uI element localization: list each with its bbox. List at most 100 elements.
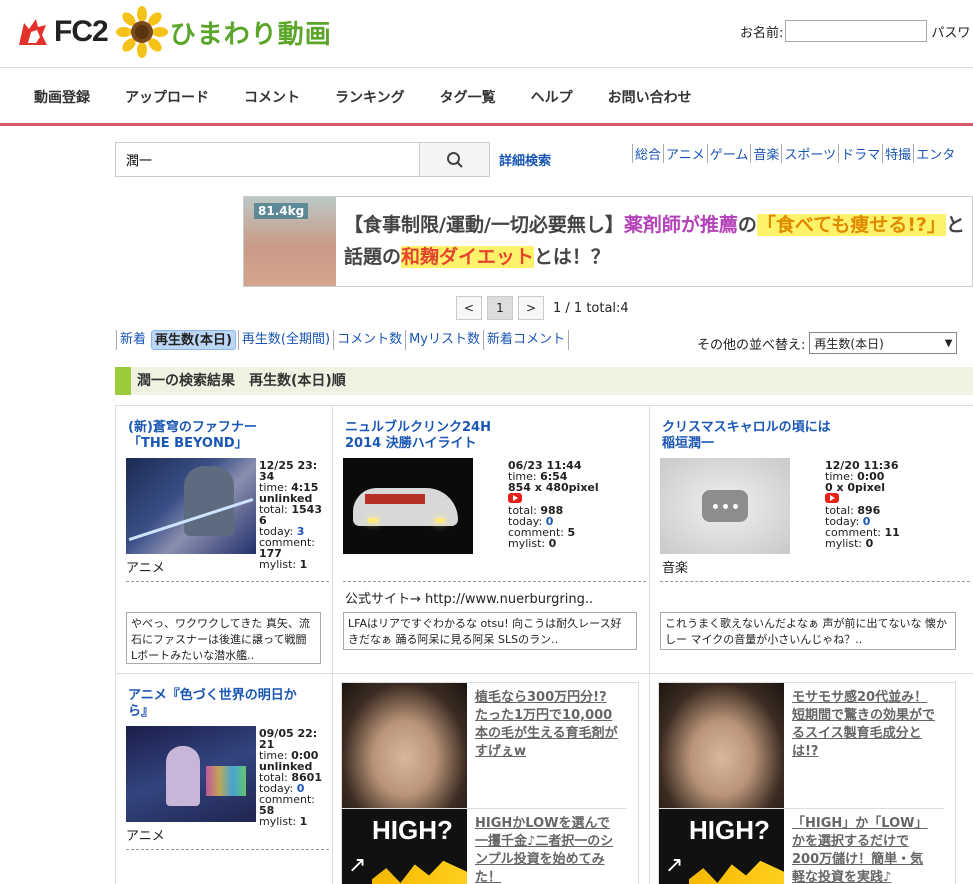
page-info: 1 / 1 total:4 (553, 300, 629, 316)
next-page-button[interactable]: > (518, 296, 544, 320)
video-title[interactable]: (新)蒼穹のファフナー 「THE BEYOND」 (128, 420, 257, 452)
nav-item-comment[interactable]: コメント (244, 87, 300, 107)
category-sports[interactable]: スポーツ (781, 144, 838, 163)
video-comment-count: 5 (567, 526, 576, 539)
video-title[interactable]: クリスマスキャロルの頃には 稲垣潤一 (662, 420, 831, 452)
divider (660, 581, 970, 582)
search-button[interactable] (419, 143, 489, 176)
ad-weight-label: 81.4kg (254, 203, 309, 219)
ad-link[interactable]: 植毛なら300万円分!?たった1万円で10,000本の毛が生える育毛剤がすげぇw (467, 683, 627, 808)
prev-page-button[interactable]: < (456, 296, 482, 320)
more-options-icon (702, 490, 748, 522)
category-all[interactable]: 総合 (632, 144, 663, 163)
category-drama[interactable]: ドラマ (838, 144, 882, 163)
stat-label: mylist: (825, 537, 866, 550)
video-comment-count: 11 (884, 526, 900, 539)
category-links: 総合 アニメ ゲーム 音楽 スポーツ ドラマ 特撮 エンタ (632, 144, 957, 163)
video-title[interactable]: アニメ『色づく世界の明日か ら』 (128, 688, 297, 720)
site-logo[interactable]: FC2 ひまわり動画 (16, 6, 332, 58)
video-resolution: 854 x 480pixel (508, 481, 599, 494)
sort-tab-views-today[interactable]: 再生数(本日) (151, 330, 236, 350)
video-category[interactable]: アニメ (126, 825, 165, 844)
site-header: FC2 ひまわり動画 お名前: パスワ (0, 0, 973, 68)
video-card: クリスマスキャロルの頃には 稲垣潤一 12/20 11:36 time: 0:0… (650, 406, 973, 674)
video-stats: 06/23 11:44 time: 6:54 854 x 480pixel to… (508, 460, 648, 549)
video-stats: 09/05 22: 21 time: 0:00 unlinked total: … (259, 728, 329, 827)
ad-text-part: 【食事制限/運動/一切必要無し】 (344, 214, 624, 236)
ad-row[interactable]: モサモサ感20代並み！短期間で驚きの効果がでるスイス製育毛成分とは!? (659, 683, 944, 808)
category-music[interactable]: 音楽 (750, 144, 781, 163)
video-category[interactable]: 音楽 (662, 557, 688, 576)
divider (126, 849, 329, 850)
sort-select[interactable]: 再生数(本日) ▼ (809, 332, 958, 354)
youtube-icon (825, 493, 839, 503)
nav-item-register[interactable]: 動画登録 (34, 87, 90, 107)
category-game[interactable]: ゲーム (706, 144, 751, 163)
nav-item-help[interactable]: ヘルプ (531, 87, 573, 107)
ad-link[interactable]: 「HIGH」か「LOW」かを選択するだけで200万儲け！簡単・気軽な投資を実践♪ (784, 809, 944, 884)
search-input[interactable] (116, 143, 419, 176)
comment-preview: やべっ、ワクワクしてきた 真矢、流石にファスナーは後進に譲って戦闘 Lボートみた… (126, 612, 321, 664)
sort-tab-new-comments[interactable]: 新着コメント (483, 330, 570, 350)
category-tokusatsu[interactable]: 特撮 (882, 144, 913, 163)
ad-box: 植毛なら300万円分!?たった1万円で10,000本の毛が生える育毛剤がすげぇw… (341, 682, 639, 884)
video-title-line: ニュルブルクリンク24H (345, 420, 491, 435)
fc2-logo-text: FC2 (54, 15, 109, 48)
video-thumbnail[interactable] (343, 458, 473, 554)
ad-link[interactable]: モサモサ感20代並み！短期間で驚きの効果がでるスイス製育毛成分とは!? (784, 683, 944, 808)
nav-item-tags[interactable]: タグ一覧 (440, 87, 496, 107)
comment-preview: これうまく歌えないんだよなぁ 声が前に出てないな 懐かしー マイクの音量が小さい… (660, 612, 956, 650)
search-icon (446, 151, 463, 168)
high-low-chart-image: HIGH? ↗ (342, 809, 467, 884)
video-total: 1543 (291, 503, 322, 516)
sort-tab-views-all[interactable]: 再生数(全期間) (237, 330, 333, 350)
sort-tab-mylist[interactable]: Myリスト数 (405, 330, 483, 350)
high-low-chart-image: HIGH? ↗ (659, 809, 784, 884)
video-thumbnail[interactable] (660, 458, 790, 554)
ad-row[interactable]: HIGH? ↗ 「HIGH」か「LOW」かを選択するだけで200万儲け！簡単・気… (659, 808, 944, 884)
video-title-line: ら』 (128, 704, 155, 719)
video-title-line: 稲垣潤一 (662, 436, 715, 451)
ad-text-part: の (737, 214, 757, 236)
sort-tab-new[interactable]: 新着 (116, 330, 149, 350)
ad-banner[interactable]: 81.4kg 【食事制限/運動/一切必要無し】薬剤師が推薦の「食べても痩せる!?… (243, 196, 973, 287)
himawari-logo-text: ひまわり動画 (169, 19, 332, 50)
ad-text-part: 「食べても痩せる!?」 (756, 214, 946, 236)
category-entertainment[interactable]: エンタ (913, 144, 957, 163)
ad-text-part: 薬剤師が推薦 (623, 214, 738, 236)
category-anime[interactable]: アニメ (663, 144, 707, 163)
page-1-button[interactable]: 1 (487, 296, 513, 320)
ad-row[interactable]: HIGH? ↗ HIGHかLOWを選んで一攫千金♪二者択一のシンプル投資を始めて… (342, 808, 627, 884)
video-card: アニメ『色づく世界の明日か ら』 09/05 22: 21 time: 0:00… (116, 674, 333, 884)
ad-card: 植毛なら300万円分!?たった1万円で10,000本の毛が生える育毛剤がすげぇw… (333, 674, 650, 884)
video-description: 公式サイト→ http://www.nuerburgring.. (345, 592, 594, 607)
video-stats: 12/25 23: 34 time: 4:15 unlinked total: … (259, 460, 329, 570)
youtube-icon (508, 493, 522, 503)
ad-row[interactable]: 植毛なら300万円分!?たった1万円で10,000本の毛が生える育毛剤がすげぇw (342, 683, 627, 808)
video-title[interactable]: ニュルブルクリンク24H 2014 決勝ハイライト (345, 420, 491, 452)
divider (126, 581, 329, 582)
results-heading: 潤一の検索結果 再生数(本日)順 (115, 367, 973, 395)
pagination: < 1 > 1 / 1 total:4 (456, 296, 629, 320)
sort-tab-comments[interactable]: コメント数 (333, 330, 405, 350)
video-category[interactable]: アニメ (126, 557, 165, 576)
ad-image-text: HIGH? (372, 815, 453, 845)
nav-item-contact[interactable]: お問い合わせ (608, 87, 692, 107)
sort-tabs: 新着 再生数(本日) 再生数(全期間) コメント数 Myリスト数 新着コメント (116, 330, 570, 350)
nav-item-upload[interactable]: アップロード (125, 87, 209, 107)
main-nav: 動画登録 アップロード コメント ランキング タグ一覧 ヘルプ お問い合わせ (0, 68, 973, 126)
ad-text-part: とは！？ (533, 246, 610, 268)
video-thumbnail[interactable] (126, 458, 256, 554)
login-name-input[interactable] (785, 20, 928, 42)
video-title-line: 2014 決勝ハイライト (345, 436, 477, 451)
sunflower-icon (115, 6, 168, 58)
nav-item-ranking[interactable]: ランキング (335, 87, 405, 107)
video-thumbnail[interactable] (126, 726, 256, 822)
results-grid: (新)蒼穹のファフナー 「THE BEYOND」 12/25 23: 34 ti… (115, 405, 973, 884)
video-card: ニュルブルクリンク24H 2014 決勝ハイライト 06/23 11:44 ti… (333, 406, 650, 674)
advanced-search-link[interactable]: 詳細検索 (499, 150, 551, 169)
ad-link[interactable]: HIGHかLOWを選んで一攫千金♪二者択一のシンプル投資を始めてみた！ (467, 809, 627, 884)
video-mylist: 1 (299, 558, 308, 571)
ad-banner-text: 【食事制限/運動/一切必要無し】薬剤師が推薦の「食べても痩せる!?」と話題の和麹… (344, 209, 972, 273)
stat-label: mylist: (508, 537, 549, 550)
